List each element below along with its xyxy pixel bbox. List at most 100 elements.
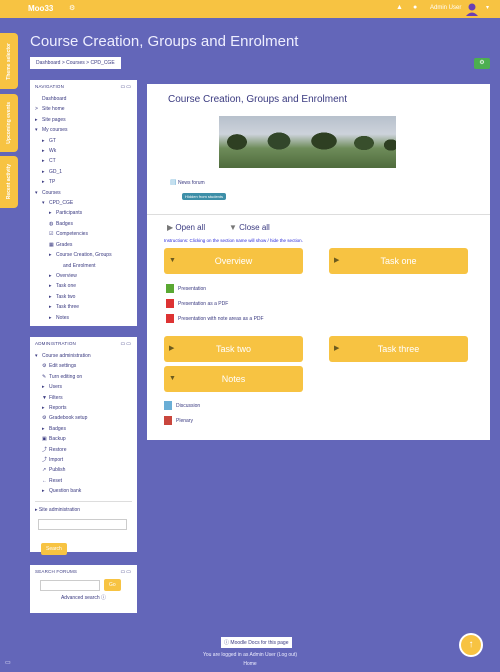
tree-node-icon: ▾ [35, 353, 38, 359]
admin-item[interactable]: ▸ Question bank [35, 486, 132, 496]
activity-presentation-pdf[interactable]: Presentation as a PDF [166, 299, 228, 308]
tree-node-icon: ▸ [49, 272, 52, 279]
section-task-one[interactable]: ▶ Task one [329, 248, 468, 274]
nav-item[interactable]: ▸ CT [35, 156, 132, 166]
bell-icon[interactable]: ▲ [396, 4, 403, 11]
nav-item[interactable]: ▸ Task two [35, 292, 132, 302]
admin-item[interactable]: ▣ Backup [35, 434, 132, 444]
nav-item[interactable]: ☑ Competencies [35, 229, 132, 239]
admin-item[interactable]: ⚙ Gradebook setup [35, 413, 132, 423]
activity-presentation[interactable]: Presentation [166, 284, 206, 293]
admin-item[interactable]: ▼ Filters [35, 393, 132, 403]
chat-icon[interactable]: ● [413, 4, 417, 11]
nav-item[interactable]: ▸ Participants [35, 208, 132, 218]
chevron-down-icon[interactable]: ▾ [486, 4, 489, 11]
site-brand[interactable]: Moo33 [28, 4, 53, 13]
forum-go-button[interactable]: Go [104, 579, 121, 591]
nav-label: Participants [56, 210, 83, 217]
section-notes[interactable]: ▼ Notes [164, 366, 303, 392]
section-task-two[interactable]: ▶ Task two [164, 336, 303, 362]
admin-item[interactable]: ▾ Course administration [35, 351, 132, 361]
recent-activity-tab[interactable]: Recent activity [0, 156, 18, 208]
theme-selector-tab[interactable]: Theme selector [0, 33, 18, 89]
user-name[interactable]: Admin User [430, 5, 461, 11]
nav-label: GT [49, 137, 56, 144]
nav-item[interactable]: ▸ Overview [35, 271, 132, 281]
activity-presentation-notes-pdf[interactable]: Presentation with note areas as a PDF [166, 314, 264, 323]
admin-item[interactable]: ▸ Users [35, 382, 132, 392]
admin-item[interactable]: ▸ Reports [35, 403, 132, 413]
gear-icon[interactable]: ⚙ [69, 4, 75, 12]
admin-item[interactable]: ⤴ Restore [35, 445, 132, 455]
activity-label: Presentation as a PDF [178, 300, 229, 307]
nav-label: Site home [42, 106, 65, 113]
nav-label: Site pages [42, 116, 66, 123]
nav-item[interactable]: ▸ Course Creation, Groups [35, 250, 132, 260]
upcoming-events-tab[interactable]: Upcoming events [0, 94, 18, 152]
search-forums-block: SEARCH FORUMS ▭▭ Go Advanced search ⓘ [30, 565, 137, 613]
nav-item[interactable]: ▾ Courses [35, 188, 132, 198]
admin-search-button[interactable]: Search [41, 543, 67, 556]
activity-discussion[interactable]: Discussion [164, 401, 200, 410]
admin-label: Turn editing on [49, 373, 83, 380]
nav-item[interactable]: ▸ Wk [35, 146, 132, 156]
nav-label: Grades [56, 241, 73, 248]
news-forum-link[interactable]: ▤ News forum [170, 178, 205, 186]
open-all-button[interactable]: ▶ Open all [167, 223, 205, 232]
avatar[interactable] [465, 2, 479, 16]
instructions-text: Instructions: Clicking on the section na… [164, 238, 303, 243]
nav-item[interactable]: ▾ CPD_CGE [35, 198, 132, 208]
navigation-block: NAVIGATION ▭▭ Dashboard > Site home ▸ Site pa… [30, 80, 137, 326]
moodle-docs-link[interactable]: ⓘ Moodle Docs for this page [221, 637, 292, 648]
dock-icon[interactable]: ▭ [5, 659, 11, 666]
admin-search-input[interactable] [38, 519, 127, 531]
nav-item[interactable]: and Enrolment [35, 261, 132, 271]
logged-in-text[interactable]: You are logged in as Admin User (Log out… [0, 652, 500, 658]
section-divider [147, 214, 490, 215]
breadcrumb[interactable]: Dashboard > Courses > CPD_CGE [30, 57, 121, 69]
recent-activity-label: Recent activity [6, 164, 12, 200]
advanced-search-link[interactable]: Advanced search [61, 595, 100, 601]
nav-item[interactable]: ▸ Notes [35, 313, 132, 323]
forum-icon: ▤ [170, 179, 177, 186]
activity-plenary[interactable]: Plenary [164, 416, 193, 425]
home-link[interactable]: Home [0, 661, 500, 667]
admin-item[interactable]: ▸ Badges [35, 424, 132, 434]
section-overview[interactable]: ▼ Overview [164, 248, 303, 274]
admin-item[interactable]: ⤴ Import [35, 455, 132, 465]
help-icon[interactable]: ⓘ [101, 595, 106, 601]
admin-item[interactable]: ↗ Publish [35, 465, 132, 475]
nav-label: Wk [49, 148, 57, 155]
tree-node-icon: ▸ [42, 137, 45, 144]
admin-item[interactable]: ✎ Turn editing on [35, 372, 132, 382]
section-task-one-label: Task one [380, 256, 417, 266]
nav-item[interactable]: ▸ GD_1 [35, 167, 132, 177]
scroll-to-top-button[interactable]: ↑ [459, 633, 483, 657]
section-task-three[interactable]: ▶ Task three [329, 336, 468, 362]
course-settings-button[interactable]: ⚙ [474, 58, 490, 69]
nav-label: Task two [56, 293, 76, 300]
nav-item[interactable]: ▸ TP [35, 177, 132, 187]
nav-item[interactable]: ▦ Grades [35, 240, 132, 250]
block-controls-icon[interactable]: ▭▭ [121, 84, 132, 90]
admin-label: Users [49, 384, 63, 391]
top-navbar: Moo33 ⚙ ▲ ● Admin User ▾ [0, 0, 500, 18]
nav-item[interactable]: ◍ Badges [35, 219, 132, 229]
pdf-icon [166, 299, 174, 308]
nav-item[interactable]: ▸ GT [35, 136, 132, 146]
tree-node-icon: ▸ [42, 405, 45, 412]
site-administration-link[interactable]: ▸ Site administration [35, 505, 132, 515]
block-controls-icon[interactable]: ▭▭ [121, 569, 132, 575]
admin-item[interactable]: ⚙ Edit settings [35, 361, 132, 371]
forum-search-input[interactable] [40, 579, 100, 591]
nav-item[interactable]: Dashboard [35, 94, 132, 104]
nav-item[interactable]: ▸ Task one [35, 281, 132, 291]
admin-item[interactable]: ← Reset [35, 476, 132, 486]
close-all-button[interactable]: ▼ Close all [229, 223, 270, 232]
nav-item[interactable]: ▸ Task three [35, 302, 132, 312]
block-controls-icon[interactable]: ▭▭ [121, 341, 132, 347]
tree-node-icon: ▾ [35, 127, 38, 134]
nav-item[interactable]: > Site home [35, 104, 132, 114]
nav-item[interactable]: ▾ My courses [35, 125, 132, 135]
nav-item[interactable]: ▸ Site pages [35, 115, 132, 125]
